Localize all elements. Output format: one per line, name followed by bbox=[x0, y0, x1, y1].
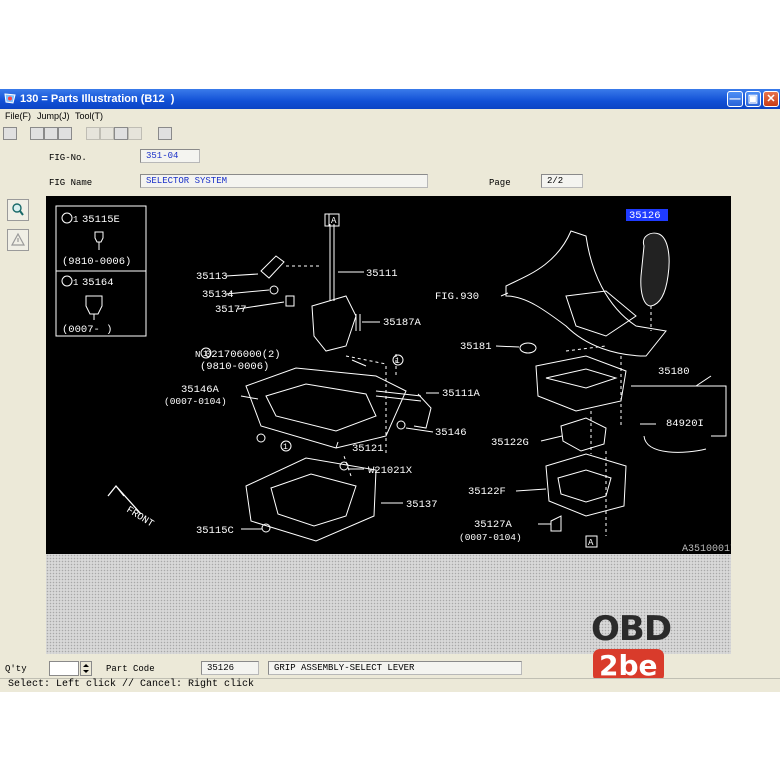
minimize-icon: — bbox=[729, 93, 741, 105]
label-35146a-range: (0007-0104) bbox=[164, 396, 227, 407]
part-code-label: Part Code bbox=[106, 664, 155, 674]
menu-jump[interactable]: Jump(J) bbox=[37, 111, 70, 121]
label-ref-a-bottom: A bbox=[588, 538, 594, 548]
fig-no-label: FIG-No. bbox=[49, 153, 87, 163]
maximize-icon: ▣ bbox=[747, 93, 759, 105]
inset-part-a-range: (9810-0006) bbox=[62, 256, 131, 268]
inset-circle-1b: 1 bbox=[73, 278, 78, 288]
close-icon: ✕ bbox=[766, 93, 776, 105]
label-35113: 35113 bbox=[196, 271, 228, 283]
fig-name-label: FIG Name bbox=[49, 178, 93, 188]
label-front: FRONT bbox=[124, 505, 155, 530]
label-35181: 35181 bbox=[460, 341, 492, 353]
label-circle-1-b: 1 bbox=[203, 350, 208, 359]
zoom-page-icon[interactable] bbox=[114, 127, 128, 140]
obd2be-watermark: OBD2be bbox=[591, 609, 731, 682]
toolbar bbox=[0, 124, 780, 144]
minimize-button[interactable]: — bbox=[727, 91, 743, 107]
label-35111: 35111 bbox=[366, 268, 398, 280]
inset-part-a-code: 35115E bbox=[82, 214, 120, 226]
label-35122g: 35122G bbox=[491, 437, 529, 449]
warning-icon bbox=[10, 232, 26, 246]
label-35127a: 35127A bbox=[474, 519, 513, 531]
paste-icon[interactable] bbox=[44, 127, 58, 140]
watermark-part1: OBD bbox=[591, 609, 672, 649]
status-bar: Select: Left click // Cancel: Right clic… bbox=[0, 678, 780, 692]
label-35180: 35180 bbox=[658, 366, 690, 378]
label-35137: 35137 bbox=[406, 499, 438, 511]
parts-illustration-window: 130 = Parts Illustration (B12 ) — ▣ ✕ Fi… bbox=[0, 89, 780, 692]
label-35146a: 35146A bbox=[181, 384, 220, 396]
part-code-field: 35126 bbox=[201, 661, 259, 675]
qty-label: Q'ty bbox=[5, 664, 27, 674]
part-name-field: GRIP ASSEMBLY-SELECT LEVER bbox=[268, 661, 522, 675]
forward-icon[interactable] bbox=[100, 127, 114, 140]
title-bar: 130 = Parts Illustration (B12 ) — ▣ ✕ bbox=[0, 89, 780, 109]
app-icon bbox=[4, 93, 16, 104]
label-35121: 35121 bbox=[352, 443, 384, 455]
window-title: 130 = Parts Illustration (B12 ) bbox=[20, 93, 175, 105]
label-fig930: FIG.930 bbox=[435, 291, 479, 303]
status-text: Select: Left click // Cancel: Right clic… bbox=[8, 679, 255, 690]
zoom-in-button[interactable] bbox=[7, 199, 29, 221]
label-w21021x: W21021X bbox=[368, 465, 413, 477]
label-circle-1-c: 1 bbox=[283, 443, 288, 452]
page-field: 2/2 bbox=[541, 174, 583, 188]
close-button[interactable]: ✕ bbox=[763, 91, 779, 107]
menu-file[interactable]: File(F) bbox=[5, 111, 31, 121]
label-35122f: 35122F bbox=[468, 486, 506, 498]
search-icon[interactable] bbox=[158, 127, 172, 140]
label-021706000: 021706000(2) bbox=[205, 349, 281, 361]
label-35127a-range: (0007-0104) bbox=[459, 532, 522, 543]
refresh-icon[interactable] bbox=[58, 127, 72, 140]
magnifier-icon bbox=[12, 203, 24, 216]
illustration-code: A351000177 bbox=[682, 544, 731, 554]
copy-icon[interactable] bbox=[30, 127, 44, 140]
warning-button[interactable] bbox=[7, 229, 29, 251]
fig-name-field: SELECTOR SYSTEM bbox=[140, 174, 428, 188]
label-circle-1-a: 1 bbox=[395, 357, 400, 366]
label-35115c: 35115C bbox=[196, 525, 234, 537]
parts-diagram: 1 35115E (9810-0006) 1 35164 (0007- ) 35… bbox=[55, 205, 742, 555]
label-35146: 35146 bbox=[435, 427, 467, 439]
list-icon[interactable] bbox=[128, 127, 142, 140]
label-35126: 35126 bbox=[629, 210, 661, 222]
inset-part-b-code: 35164 bbox=[82, 277, 114, 289]
parts-diagram-canvas[interactable]: 1 35115E (9810-0006) 1 35164 (0007- ) 35… bbox=[46, 196, 742, 555]
fig-no-field: 351-04 bbox=[140, 149, 200, 163]
inset-circle-1a: 1 bbox=[73, 215, 78, 225]
back-icon[interactable] bbox=[86, 127, 100, 140]
diagram-lower-area: OBD2be bbox=[46, 554, 731, 682]
label-35187a: 35187A bbox=[383, 317, 422, 329]
stepper-arrows-icon bbox=[83, 664, 89, 673]
inset-part-b-range: (0007- ) bbox=[62, 324, 112, 336]
label-circle-n: N bbox=[195, 350, 200, 360]
qty-input[interactable] bbox=[49, 661, 79, 676]
menu-tool[interactable]: Tool(T) bbox=[75, 111, 103, 121]
label-35177: 35177 bbox=[215, 304, 247, 316]
label-84920i: 84920I bbox=[666, 418, 704, 430]
label-35134: 35134 bbox=[202, 289, 234, 301]
maximize-button[interactable]: ▣ bbox=[745, 91, 761, 107]
print-icon[interactable] bbox=[3, 127, 17, 140]
label-ref-a-top: A bbox=[331, 216, 337, 226]
label-021706000-range: (9810-0006) bbox=[200, 361, 269, 373]
qty-stepper[interactable] bbox=[80, 661, 92, 676]
label-35111a: 35111A bbox=[442, 388, 481, 400]
page-label: Page bbox=[489, 178, 511, 188]
menu-bar: File(F) Jump(J) Tool(T) bbox=[0, 109, 780, 123]
